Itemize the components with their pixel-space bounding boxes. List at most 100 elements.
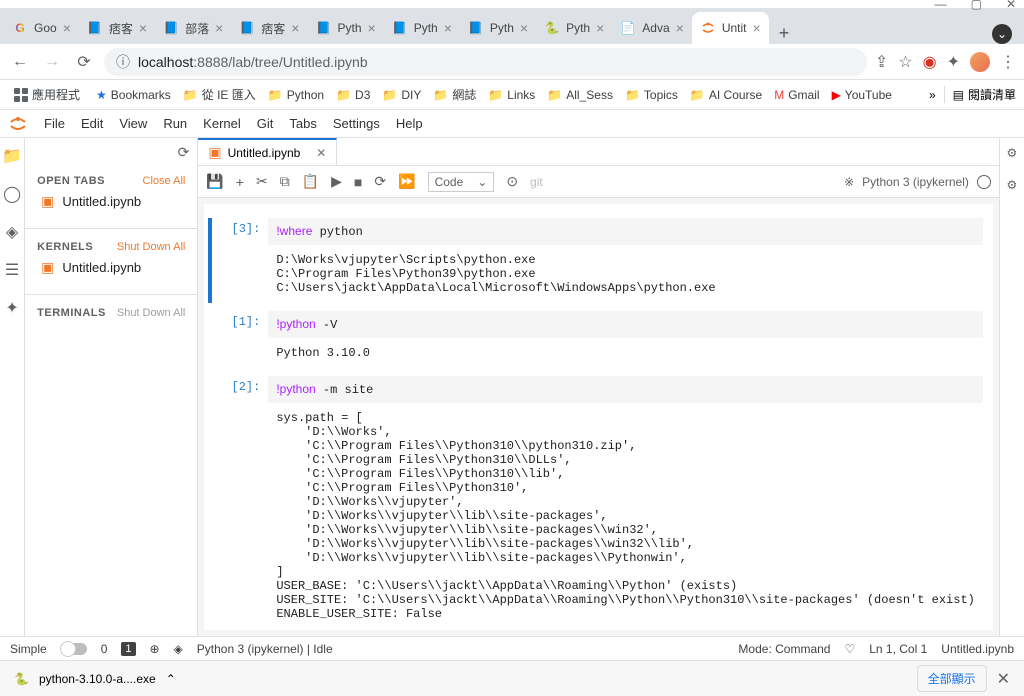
url-field[interactable]: ⓘ localhost:8888/lab/tree/Untitled.ipynb <box>104 48 867 76</box>
menu-run[interactable]: Run <box>163 116 187 131</box>
bookmark-item[interactable]: 📁DIY <box>376 82 427 107</box>
new-tab-button[interactable]: + <box>769 23 800 44</box>
bookmark-item[interactable]: ▶YouTube <box>826 82 898 107</box>
forward-button[interactable]: → <box>40 50 64 74</box>
kernel-name[interactable]: Python 3 (ipykernel) <box>862 175 969 189</box>
browser-tab[interactable]: 🐍Pyth× <box>536 12 612 44</box>
notebook-tab[interactable]: ▣ Untitled.ipynb ✕ <box>198 138 337 165</box>
extensions-icon[interactable]: ✦ <box>5 298 18 318</box>
cursor-position[interactable]: Ln 1, Col 1 <box>869 642 927 656</box>
maximize-button[interactable]: ▢ <box>971 0 982 11</box>
close-tab-icon[interactable]: × <box>520 20 528 36</box>
shutdown-all-terminals-button[interactable]: Shut Down All <box>117 307 185 319</box>
browser-tab[interactable]: 📘Pyth× <box>307 12 383 44</box>
simple-toggle[interactable] <box>61 643 87 655</box>
site-info-icon[interactable]: ⓘ <box>116 52 130 72</box>
git-icon[interactable]: ◈ <box>6 222 18 242</box>
sessions-badge[interactable]: 1 <box>121 642 135 656</box>
close-tab-icon[interactable]: × <box>596 20 604 36</box>
toc-icon[interactable]: ☰ <box>5 260 19 280</box>
close-tab-icon[interactable]: × <box>368 20 376 36</box>
bookmark-item[interactable]: 📁All_Sess <box>541 82 619 107</box>
download-menu-icon[interactable]: ⌃ <box>166 672 176 686</box>
menu-git[interactable]: Git <box>257 116 274 131</box>
menu-tabs[interactable]: Tabs <box>289 116 316 131</box>
menu-kernel[interactable]: Kernel <box>203 116 241 131</box>
bookmark-item[interactable]: 📁AI Course <box>684 82 768 107</box>
bookmark-item[interactable]: 📁從 IE 匯入 <box>177 82 262 107</box>
stop-icon[interactable]: ■ <box>354 174 362 190</box>
bookmark-item[interactable]: 📁Python <box>262 82 330 107</box>
copy-icon[interactable]: ⧉ <box>280 173 290 190</box>
search-tabs-icon[interactable]: ⌄ <box>992 24 1012 44</box>
kernel-item[interactable]: ▣ Untitled.ipynb <box>37 253 185 282</box>
close-tab-icon[interactable]: × <box>676 20 684 36</box>
cell-input[interactable]: !where python <box>268 218 983 245</box>
browser-tab[interactable]: 📘痞客× <box>79 12 155 44</box>
back-button[interactable]: ← <box>8 50 32 74</box>
browser-tab[interactable]: 📘Pyth× <box>460 12 536 44</box>
close-download-bar-icon[interactable]: ✕ <box>997 669 1010 689</box>
bookmark-item[interactable]: MGmail <box>768 82 825 107</box>
download-filename[interactable]: python-3.10.0-a....exe <box>39 672 156 686</box>
bookmark-star-icon[interactable]: ☆ <box>898 52 912 72</box>
chrome-menu-icon[interactable]: ⋮ <box>1000 52 1016 72</box>
close-window-button[interactable]: ✕ <box>1006 0 1016 11</box>
close-tab-icon[interactable]: × <box>215 20 223 36</box>
close-tab-icon[interactable]: × <box>63 20 71 36</box>
notebook-body[interactable]: [3]:!where pythonD:\Works\vjupyter\Scrip… <box>204 204 993 630</box>
menu-settings[interactable]: Settings <box>333 116 380 131</box>
bookmark-item[interactable]: 📁D3 <box>330 82 376 107</box>
reload-button[interactable]: ⟳ <box>72 50 96 74</box>
kernel-switch-icon[interactable]: ※ <box>844 175 854 189</box>
browser-tab[interactable]: GGoo× <box>4 12 79 44</box>
paste-icon[interactable]: 📋 <box>302 173 319 190</box>
add-cell-icon[interactable]: + <box>236 174 244 190</box>
extensions-puzzle-icon[interactable]: ✦ <box>947 52 960 72</box>
kernel-status-text[interactable]: Python 3 (ipykernel) | Idle <box>197 642 333 656</box>
render-icon[interactable]: ⊙ <box>506 173 518 190</box>
reading-list[interactable]: ▤ 閱讀清單 <box>944 86 1016 103</box>
bookmarks-overflow[interactable]: » <box>929 88 936 102</box>
save-icon[interactable]: 💾 <box>206 173 223 190</box>
jupyter-logo-icon[interactable] <box>8 114 28 134</box>
trusted-icon[interactable]: ♡ <box>844 642 855 656</box>
bookmark-item[interactable]: 📁Links <box>482 82 541 107</box>
running-icon[interactable]: ◯ <box>3 184 21 204</box>
menu-edit[interactable]: Edit <box>81 116 103 131</box>
bookmark-item[interactable]: ★Bookmarks <box>90 82 177 107</box>
browser-tab[interactable]: 📄Adva× <box>612 12 692 44</box>
close-all-button[interactable]: Close All <box>143 175 186 187</box>
profile-avatar[interactable] <box>970 52 990 72</box>
cell-input[interactable]: !python -V <box>268 311 983 338</box>
debugger-icon[interactable]: ⚙ <box>1007 178 1018 192</box>
close-tab-icon[interactable]: ✕ <box>316 146 326 160</box>
code-cell[interactable]: [1]:!python -VPython 3.10.0 <box>204 309 993 370</box>
bookmark-item[interactable]: 📁Topics <box>619 82 684 107</box>
browser-tab[interactable]: 📘部落× <box>155 12 231 44</box>
code-cell[interactable]: [2]:!python -m sitesys.path = [ 'D:\\Wor… <box>204 374 993 630</box>
open-tab-item[interactable]: ▣ Untitled.ipynb <box>37 187 185 216</box>
menu-file[interactable]: File <box>44 116 65 131</box>
apps-shortcut[interactable]: 應用程式 <box>8 82 86 107</box>
kernel-status-icon[interactable] <box>977 175 991 189</box>
menu-help[interactable]: Help <box>396 116 423 131</box>
close-tab-icon[interactable]: × <box>444 20 452 36</box>
show-all-downloads-button[interactable]: 全部顯示 <box>917 665 987 692</box>
bookmark-item[interactable]: 📁網誌 <box>427 82 482 107</box>
run-icon[interactable]: ▶ <box>331 173 342 190</box>
browser-tab[interactable]: 📘痞客× <box>231 12 307 44</box>
close-tab-icon[interactable]: × <box>139 20 147 36</box>
browser-tab[interactable]: Untit× <box>692 12 769 44</box>
share-icon[interactable]: ⇪ <box>875 52 888 72</box>
shutdown-all-kernels-button[interactable]: Shut Down All <box>117 241 185 253</box>
cut-icon[interactable]: ✂ <box>256 173 268 190</box>
restart-icon[interactable]: ⟳ <box>374 173 386 190</box>
cell-input[interactable]: !python -m site <box>268 376 983 403</box>
cell-type-select[interactable]: Code ⌄ <box>428 172 495 192</box>
browser-tab[interactable]: 📘Pyth× <box>384 12 460 44</box>
extension-icon-1[interactable]: ◉ <box>923 52 937 72</box>
close-tab-icon[interactable]: × <box>291 20 299 36</box>
code-cell[interactable]: [3]:!where pythonD:\Works\vjupyter\Scrip… <box>204 216 993 305</box>
file-browser-icon[interactable]: 📁 <box>2 146 22 166</box>
